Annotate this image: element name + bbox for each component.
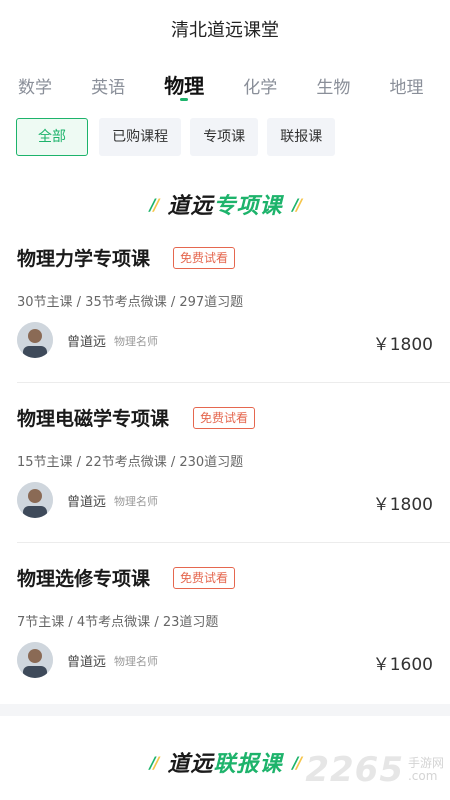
free-preview-badge: 免费试看 <box>173 247 236 269</box>
teacher-role: 物理名师 <box>114 655 158 668</box>
teacher-role: 物理名师 <box>114 495 158 508</box>
course-price: ￥1600 <box>372 655 433 675</box>
course-meta: 15节主课 / 22节考点微课 / 230道习题 <box>17 455 244 470</box>
tab-english[interactable]: 英语 <box>91 73 125 98</box>
course-price: ￥1800 <box>372 495 433 515</box>
course-title: 物理选修专项课 <box>17 568 151 590</box>
avatar <box>17 482 53 518</box>
course-card[interactable]: 物理力学专项课 免费试看 30节主课 / 35节考点微课 / 297道习题 曾道… <box>0 244 450 404</box>
course-title: 物理力学专项课 <box>17 248 151 270</box>
teacher-name: 曾道远 <box>67 495 107 510</box>
course-card[interactable]: 物理电磁学专项课 免费试看 15节主课 / 22节考点微课 / 230道习题 曾… <box>0 404 450 564</box>
watermark-site: 手游网 .com <box>407 756 444 783</box>
course-price: ￥1800 <box>372 335 433 355</box>
teacher-role: 物理名师 <box>114 335 158 348</box>
avatar <box>17 322 53 358</box>
banner-title: 道远联报课 <box>167 752 283 777</box>
tab-physics[interactable]: 物理 <box>164 70 204 101</box>
watermark-number: 2265 <box>305 750 404 790</box>
free-preview-badge: 免费试看 <box>173 567 236 589</box>
filter-special[interactable]: 专项课 <box>190 118 259 156</box>
banner-title: 道远专项课 <box>167 194 283 219</box>
tab-chemistry[interactable]: 化学 <box>243 73 277 98</box>
banner-decoration-right: // <box>292 194 303 214</box>
filter-purchased[interactable]: 已购课程 <box>99 118 182 156</box>
banner-decoration-left: // <box>149 194 160 214</box>
filter-joint[interactable]: 联报课 <box>267 118 336 156</box>
site-watermark: 2265 手游网 .com <box>305 748 444 792</box>
course-card[interactable]: 物理选修专项课 免费试看 7节主课 / 4节考点微课 / 23道习题 曾道远 物… <box>0 564 450 724</box>
banner-decoration-left: // <box>149 752 160 772</box>
divider <box>17 382 450 383</box>
tab-math[interactable]: 数学 <box>18 73 52 98</box>
section-banner-special: // 道远专项课 // <box>0 188 450 219</box>
tab-biology[interactable]: 生物 <box>316 73 350 98</box>
avatar <box>17 642 53 678</box>
course-meta: 30节主课 / 35节考点微课 / 297道习题 <box>17 295 244 310</box>
teacher-name: 曾道远 <box>67 335 107 350</box>
teacher-row: 曾道远 物理名师 ￥1800 <box>17 482 433 518</box>
free-preview-badge: 免费试看 <box>193 407 256 429</box>
section-separator <box>0 704 450 716</box>
course-title: 物理电磁学专项课 <box>17 408 170 430</box>
tab-geography[interactable]: 地理 <box>389 73 423 98</box>
subject-tabs: 数学 英语 物理 化学 生物 地理 语文 <box>18 70 450 106</box>
filter-all[interactable]: 全部 <box>16 118 88 156</box>
banner-decoration-right: // <box>292 752 303 772</box>
filter-chips: 全部 已购课程 专项课 联报课 <box>16 118 339 156</box>
divider <box>17 542 450 543</box>
teacher-row: 曾道远 物理名师 ￥1600 <box>17 642 433 678</box>
course-meta: 7节主课 / 4节考点微课 / 23道习题 <box>17 615 219 630</box>
teacher-row: 曾道远 物理名师 ￥1800 <box>17 322 433 358</box>
page-title: 清北道远课堂 <box>171 20 279 41</box>
teacher-name: 曾道远 <box>67 655 107 670</box>
